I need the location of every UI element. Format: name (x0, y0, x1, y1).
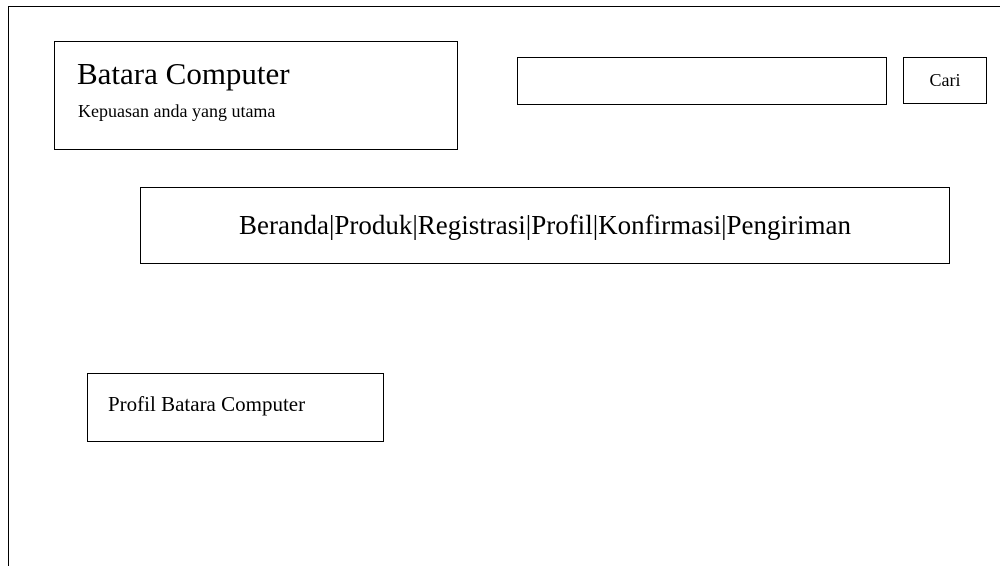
brand-header: Batara Computer Kepuasan anda yang utama (54, 41, 458, 150)
nav-item-registrasi[interactable]: Registrasi (418, 210, 526, 240)
site-title: Batara Computer (77, 56, 290, 91)
profile-section-box: Profil Batara Computer (87, 373, 384, 442)
nav-item-profil[interactable]: Profil (531, 210, 593, 240)
search-button[interactable]: Cari (903, 57, 987, 104)
search-input[interactable] (517, 57, 887, 105)
main-nav: Beranda|Produk|Registrasi|Profil|Konfirm… (140, 187, 950, 264)
nav-item-konfirmasi[interactable]: Konfirmasi (598, 210, 721, 240)
nav-item-pengiriman[interactable]: Pengiriman (727, 210, 851, 240)
section-title: Profil Batara Computer (108, 392, 306, 416)
nav-item-produk[interactable]: Produk (334, 210, 412, 240)
nav-item-beranda[interactable]: Beranda (239, 210, 329, 240)
nav-menu: Beranda|Produk|Registrasi|Profil|Konfirm… (239, 210, 851, 241)
site-tagline: Kepuasan anda yang utama (78, 101, 276, 121)
